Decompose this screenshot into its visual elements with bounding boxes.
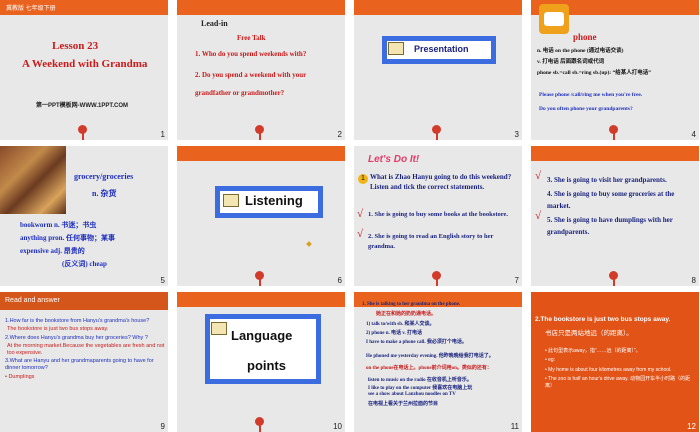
note-line-5: He phoned me yesterday evening. 他昨晚晚给我打电… <box>366 354 494 359</box>
slide-2-thumbnail[interactable]: Lead-in Free Talk 1. Who do you spend we… <box>177 0 345 140</box>
read-a1: The bookstore is just two bus stops away… <box>7 326 109 332</box>
presentation-label: Presentation <box>414 44 469 54</box>
phone-example-2: Do you often phone your grandparents? <box>539 106 633 112</box>
read-q2: 2.Where does Hanyu's grandma buy her gro… <box>5 335 148 341</box>
vocab-expensive: expensive adj. 昂贵的 <box>20 247 85 255</box>
slide-sorter-grid: 冀教版 七年级下册 Lesson 23 A Weekend with Grand… <box>0 0 700 432</box>
note-line-1b: 她正在和她的奶奶通电话。 <box>376 312 437 317</box>
slide-number: 2 <box>337 130 342 139</box>
phone-def-line-2: v. 打电话 后面跟名词或代词 <box>537 59 605 65</box>
bookstore-translation: 书店只是两站地远（的距离）。 <box>545 330 633 337</box>
vocab-cheap: (反义词) cheap <box>62 260 107 268</box>
lead-in-label: Lead-in <box>201 19 228 28</box>
slide-11-thumbnail[interactable]: 1. She is talking to her grandma on the … <box>354 292 522 432</box>
slide-number: 11 <box>510 422 519 431</box>
slide-header-band <box>531 146 699 161</box>
slide-number: 3 <box>514 130 519 139</box>
vocab-word-phone: phone <box>573 32 597 42</box>
phone-def-line-1: n. 电话 on the phone (通过电话交谈) <box>537 48 624 54</box>
slide-6-thumbnail[interactable]: Listening 6 <box>177 146 345 286</box>
listening-question: What is Zhao Hanyu going to do this week… <box>370 173 512 191</box>
slide-header-band <box>177 292 345 307</box>
slide-number: 8 <box>691 276 696 285</box>
book-icon <box>211 322 227 335</box>
read-and-answer-title: Read and answer <box>5 297 60 304</box>
points-label: points <box>247 358 286 373</box>
slide-footer-text: 第一PPT模板网-WWW.1PPT.COM <box>36 103 128 109</box>
question-1: 1. Who do you spend weekends with? <box>195 50 307 58</box>
phone-def-line-3: phone sb.=call sb.=ring sb.(up): “给某人打电话… <box>537 70 651 76</box>
slide-4-thumbnail[interactable]: phone n. 电话 on the phone (通过电话交谈) v. 打电话… <box>531 0 699 140</box>
slide-5-thumbnail[interactable]: grocery/groceries n. 杂货 bookworm n. 书迷；书… <box>0 146 168 286</box>
slide-number: 5 <box>160 276 165 285</box>
note-line-1: 1. She is talking to her grandma on the … <box>362 302 461 307</box>
sparkle-icon <box>306 241 312 247</box>
vocab-grocery: grocery/groceries <box>74 172 134 181</box>
statement-2: 2. She is going to read an English story… <box>368 233 494 250</box>
slide-number: 12 <box>687 422 696 431</box>
slide-title-line1: Lesson 23 <box>52 40 99 52</box>
note-line-6: on the phone在电话上。phone前介词用on。类似的还有： <box>366 366 492 371</box>
slide-number: 7 <box>514 276 519 285</box>
bullet-2: • eg: <box>545 357 556 363</box>
free-talk-label: Free Talk <box>237 34 266 42</box>
bullet-1: • 此句型表示away，指“……远（的距离）”。 <box>545 348 641 354</box>
read-a2: At the morning market.Because the vegeta… <box>7 343 165 356</box>
statement-3: 3. She is going to visit her grandparent… <box>547 176 667 184</box>
read-a3: • Dumplings <box>5 374 35 380</box>
note-line-9: see a show about Lanzhou noodles on TV <box>368 392 456 397</box>
slide-9-thumbnail[interactable]: Read and answer 1.How far is the booksto… <box>0 292 168 432</box>
read-q3: 3.What are Hanyu and her grandmaparents … <box>5 358 154 371</box>
statement-1: 1. She is going to buy some books at the… <box>368 211 509 218</box>
slide-header-band <box>177 146 345 161</box>
note-line-3: 2) phone n. 电话 v. 打电话 <box>366 331 422 336</box>
statement-4: 4. She is going to buy some groceries at… <box>547 190 675 210</box>
slide-3-thumbnail[interactable]: Presentation 3 <box>354 0 522 140</box>
vocab-bookworm: bookworm n. 书迷；书虫 <box>20 221 97 229</box>
slide-title-line2: A Weekend with Grandma <box>22 58 148 70</box>
check-mark-3: √ <box>535 170 542 182</box>
slide-number: 9 <box>160 422 165 431</box>
note-line-7: listen to music on the radio 在收音机上听音乐。 <box>368 378 472 383</box>
slide-header-band <box>177 0 345 15</box>
question-2: 2. Do you spend a weekend with your gran… <box>195 71 307 97</box>
slide-number: 4 <box>691 130 696 139</box>
note-line-8: I like to play on the computer 我喜欢在电脑上玩 <box>368 386 473 391</box>
note-line-4: I have to make a phone call. 我必须打个电话。 <box>366 340 467 345</box>
slide-12-thumbnail[interactable]: 2.The bookstore is just two bus stops aw… <box>531 292 699 432</box>
bullet-4: • The zoo is half an hour's drive away. … <box>545 376 691 389</box>
slide-header-band <box>354 0 522 15</box>
slide-7-thumbnail[interactable]: Let's Do It! 1 What is Zhao Hanyu going … <box>354 146 522 286</box>
bookstore-sentence: 2.The bookstore is just two bus stops aw… <box>535 316 671 323</box>
slide-header-text: 冀教版 七年级下册 <box>6 6 56 12</box>
slide-number: 10 <box>333 422 342 431</box>
slide-8-thumbnail[interactable]: √ 3. She is going to visit her grandpare… <box>531 146 699 286</box>
phone-icon <box>544 12 564 26</box>
number-badge-1: 1 <box>358 174 368 184</box>
slide-number: 1 <box>160 130 165 139</box>
read-q1: 1.How far is the bookstore from Hanyu's … <box>5 318 150 324</box>
vocab-grocery-def: n. 杂货 <box>92 189 117 198</box>
telephone-image <box>539 4 569 34</box>
check-mark-2: √ <box>357 228 364 240</box>
book-icon <box>388 42 404 55</box>
check-mark-5: √ <box>535 210 542 222</box>
book-icon <box>223 194 239 207</box>
note-line-2: 1) talk to/with sb. 和某人交谈。 <box>366 322 435 327</box>
lets-do-it-banner: Let's Do It! <box>368 154 420 165</box>
slide-1-thumbnail[interactable]: 冀教版 七年级下册 Lesson 23 A Weekend with Grand… <box>0 0 168 140</box>
statement-5: 5. She is going to have dumplings with h… <box>547 216 673 236</box>
language-label: Language <box>231 328 293 343</box>
listening-label: Listening <box>245 193 303 208</box>
slide-10-thumbnail[interactable]: Language points 10 <box>177 292 345 432</box>
vocab-anything: anything pron. 任何事物；某事 <box>20 234 115 242</box>
note-line-10: 在电视上看关于兰州拉面的节目 <box>368 402 439 407</box>
slide-number: 6 <box>337 276 342 285</box>
bullet-3: • My home is about four kilometres away … <box>545 367 672 373</box>
phone-example-1: Please phone /call/ring me when you're f… <box>539 92 643 98</box>
grocery-store-photo <box>0 146 66 214</box>
check-mark-1: √ <box>357 208 364 220</box>
